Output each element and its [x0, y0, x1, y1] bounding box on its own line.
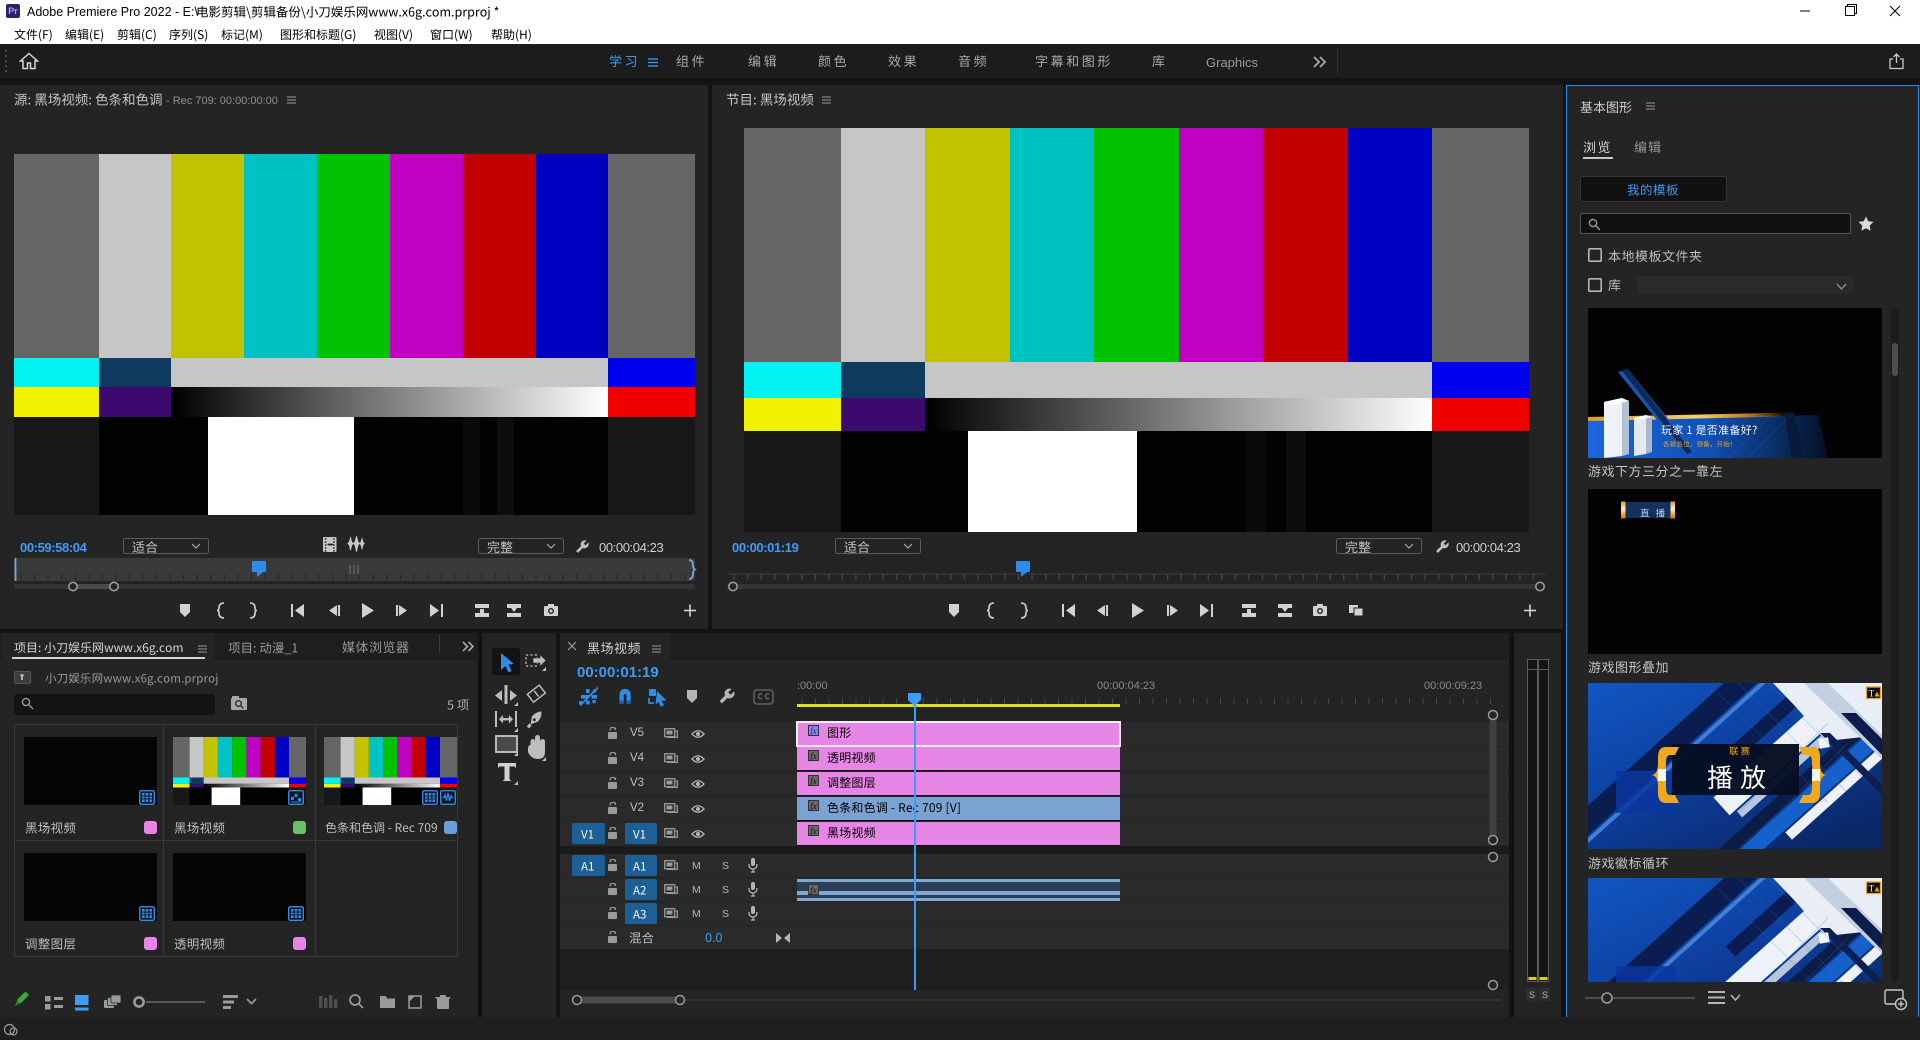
- svg-text:T: T: [1869, 690, 1875, 700]
- svg-text:00:00:04:23: 00:00:04:23: [1097, 680, 1155, 692]
- svg-text:T: T: [1869, 885, 1875, 895]
- svg-text::00:00: :00:00: [797, 680, 828, 692]
- svg-text:S: S: [1529, 990, 1535, 1000]
- svg-text:S: S: [1542, 990, 1548, 1000]
- svg-text:00:00:09:23: 00:00:09:23: [1424, 680, 1482, 692]
